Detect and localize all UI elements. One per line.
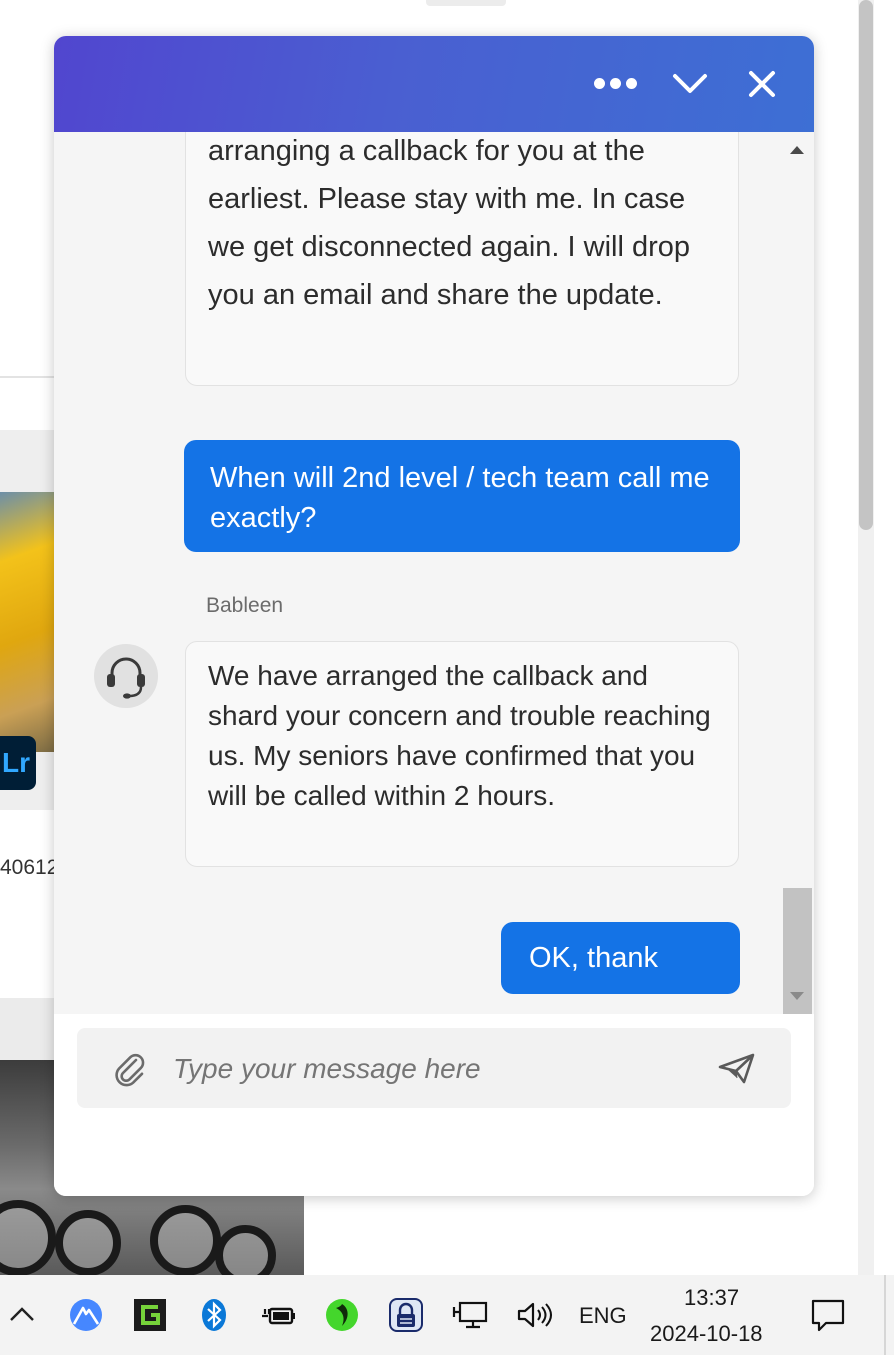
minimize-button[interactable] — [666, 60, 714, 108]
close-button[interactable] — [738, 60, 786, 108]
notification-icon — [811, 1299, 845, 1332]
attach-button[interactable] — [111, 1050, 149, 1088]
agent-name: Bableen — [206, 594, 284, 617]
message-line: you an email and share the update. — [208, 279, 663, 311]
message-line: earliest. Please stay with me. In case — [208, 183, 686, 215]
show-hidden-icons-button[interactable] — [2, 1295, 42, 1335]
agent-avatar — [94, 644, 158, 708]
chat-header — [54, 36, 814, 132]
chevron-up-icon — [10, 1307, 34, 1321]
gpu-monitor-icon — [134, 1299, 166, 1331]
razer-tray[interactable] — [322, 1295, 362, 1335]
user-message: When will 2nd level / tech team call me … — [184, 440, 740, 552]
send-button[interactable] — [717, 1050, 757, 1086]
send-icon — [718, 1053, 755, 1084]
message-box — [77, 1028, 791, 1108]
paperclip-icon — [115, 1053, 145, 1087]
nordvpn-tray[interactable] — [66, 1295, 106, 1335]
bluetooth-icon — [202, 1299, 226, 1331]
taskbar: ENG 13:37 2024-10-18 — [0, 1275, 894, 1355]
language-indicator[interactable]: ENG — [579, 1303, 627, 1329]
power-tray[interactable] — [258, 1295, 298, 1335]
bluetooth-tray[interactable] — [194, 1295, 234, 1335]
message-line: arranging a callback for you at the — [208, 135, 645, 167]
password-manager-tray[interactable] — [386, 1295, 426, 1335]
more-options-button[interactable] — [592, 60, 640, 108]
chevron-down-icon — [673, 74, 707, 93]
power-icon — [262, 1307, 295, 1325]
network-tray[interactable] — [450, 1295, 490, 1335]
gpu-monitor-tray[interactable] — [130, 1295, 170, 1335]
volume-icon — [517, 1302, 552, 1328]
divider — [0, 376, 60, 378]
clock-date[interactable]: 2024-10-18 — [650, 1321, 763, 1347]
chat-composer — [54, 1014, 814, 1196]
window-edge — [874, 0, 894, 1275]
message-input[interactable] — [171, 1042, 695, 1096]
lightroom-badge: Lr — [0, 736, 36, 790]
notifications-button[interactable] — [808, 1295, 848, 1335]
close-icon — [749, 71, 775, 97]
chat-transcript[interactable]: arranging a callback for you at the earl… — [54, 132, 814, 1014]
page-scrollbar-thumb[interactable] — [859, 0, 873, 530]
clock-time[interactable]: 13:37 — [684, 1285, 739, 1311]
nordvpn-icon — [70, 1299, 102, 1331]
truck-photo[interactable] — [0, 492, 60, 752]
wheel — [0, 1200, 56, 1276]
lock-icon — [389, 1298, 423, 1332]
headset-icon — [107, 657, 145, 699]
message-line: we get disconnected again. I will drop — [208, 231, 691, 263]
agent-message: arranging a callback for you at the earl… — [185, 132, 739, 386]
background-number: 40612 — [0, 856, 59, 879]
chat-window: arranging a callback for you at the earl… — [54, 36, 814, 1196]
background-card-body — [0, 812, 60, 998]
scroll-down-arrow[interactable] — [790, 992, 804, 1000]
background-tab — [426, 0, 506, 6]
volume-tray[interactable] — [514, 1295, 554, 1335]
wheel — [55, 1210, 121, 1276]
user-message: OK, thank you — [501, 922, 740, 994]
wheel — [150, 1205, 221, 1276]
show-desktop-divider[interactable] — [884, 1275, 886, 1355]
razer-icon — [326, 1299, 358, 1331]
network-icon — [452, 1301, 488, 1329]
background-card-header — [0, 998, 60, 1060]
agent-message: We have arranged the callback and shard … — [185, 641, 739, 867]
scroll-up-arrow[interactable] — [790, 146, 804, 154]
